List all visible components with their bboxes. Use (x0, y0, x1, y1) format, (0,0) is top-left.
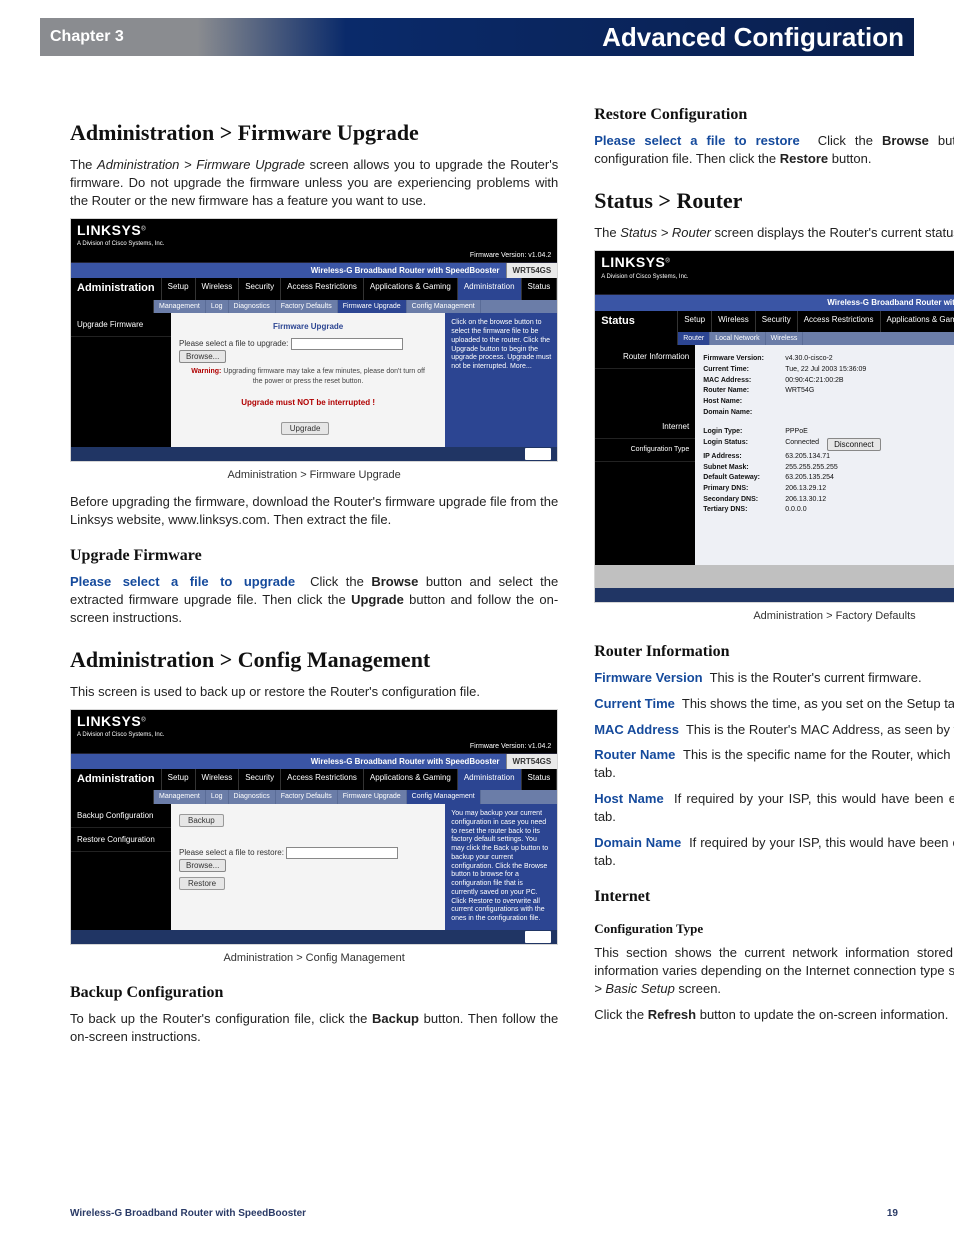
heading-admin-fw: Administration > Firmware Upgrade (70, 118, 558, 148)
figure-firmware-upgrade: LINKSYS®A Division of Cisco Systems, Inc… (70, 218, 558, 462)
intro-para: The Administration > Firmware Upgrade sc… (70, 156, 558, 210)
para: Current Time This shows the time, as you… (594, 695, 954, 713)
para: This screen is used to back up or restor… (70, 683, 558, 701)
page-footer: Wireless-G Broadband Router with SpeedBo… (70, 1208, 898, 1219)
figure-config-mgmt: LINKSYS®A Division of Cisco Systems, Inc… (70, 709, 558, 945)
figure-caption: Administration > Firmware Upgrade (70, 468, 558, 483)
para: Domain Name If required by your ISP, thi… (594, 834, 954, 870)
left-column: Administration > Firmware Upgrade The Ad… (70, 100, 558, 1054)
para: Please select a file to upgrade Click th… (70, 573, 558, 627)
heading-config-mgmt: Administration > Config Management (70, 645, 558, 675)
figure-status-router: LINKSYS®A Division of Cisco Systems, Inc… (594, 250, 954, 603)
para: Router Name This is the specific name fo… (594, 746, 954, 782)
heading-internet: Internet (594, 886, 954, 908)
brand-logo: LINKSYS (77, 222, 141, 238)
para: This section shows the current network i… (594, 944, 954, 998)
fig-restore-file[interactable] (286, 847, 398, 859)
para: Firmware Version This is the Router's cu… (594, 669, 954, 687)
fig-browse-button[interactable]: Browse... (179, 350, 226, 363)
heading-backup: Backup Configuration (70, 982, 558, 1004)
para: MAC Address This is the Router's MAC Add… (594, 721, 954, 739)
chapter-label: Chapter 3 (50, 28, 124, 46)
para: To back up the Router's configuration fi… (70, 1010, 558, 1046)
cisco-logo (525, 448, 551, 460)
heading-status-router: Status > Router (594, 186, 954, 216)
para: Please select a file to restore Click th… (594, 132, 954, 168)
fig-help: Click on the browse button to select the… (445, 313, 557, 446)
figure-caption: Administration > Factory Defaults (594, 609, 954, 624)
fw-version-label: Firmware Version: v1.04.2 (71, 251, 557, 263)
heading-restore: Restore Configuration (594, 104, 954, 126)
fig-file-input[interactable] (291, 338, 403, 350)
fig-backup-button[interactable]: Backup (179, 814, 224, 827)
figure-caption: Administration > Config Management (70, 951, 558, 966)
content-columns: Administration > Firmware Upgrade The Ad… (70, 100, 898, 1054)
heading-router-info: Router Information (594, 641, 954, 663)
heading-config-type: Configuration Type (594, 920, 954, 938)
para: Host Name If required by your ISP, this … (594, 790, 954, 826)
right-column: Restore Configuration Please select a fi… (594, 100, 954, 1054)
fig-browse-button[interactable]: Browse... (179, 859, 226, 872)
heading-upgrade-fw: Upgrade Firmware (70, 545, 558, 567)
para: Click the Refresh button to update the o… (594, 1006, 954, 1024)
fig-restore-button[interactable]: Restore (179, 877, 225, 890)
footer-title: Wireless-G Broadband Router with SpeedBo… (70, 1208, 306, 1219)
page-title: Advanced Configuration (602, 22, 904, 53)
para: Before upgrading the firmware, download … (70, 493, 558, 529)
page-header: Chapter 3 Advanced Configuration (40, 18, 914, 56)
para: The Status > Router screen displays the … (594, 224, 954, 242)
footer-page: 19 (887, 1208, 898, 1219)
fig-upgrade-button[interactable]: Upgrade (281, 422, 330, 435)
fig-section: Administration (71, 278, 162, 299)
fig-disconnect-button[interactable]: Disconnect (827, 438, 881, 451)
